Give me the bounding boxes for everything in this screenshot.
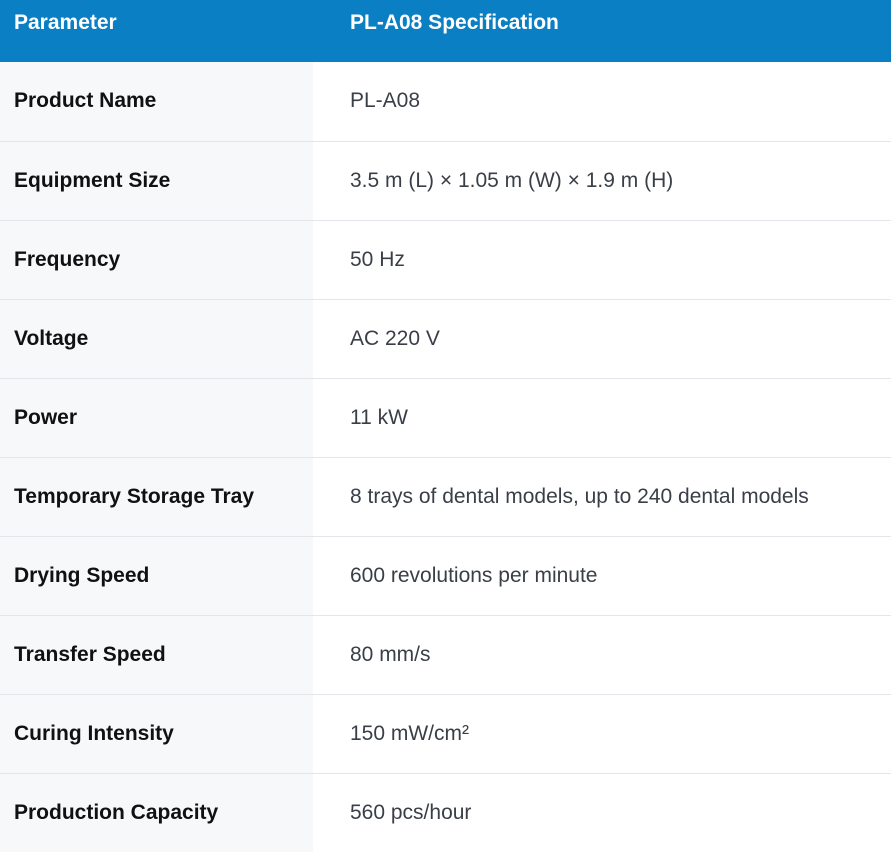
header-row: Parameter PL-A08 Specification xyxy=(0,0,891,62)
row-value: 150 mW/cm² xyxy=(313,694,891,774)
table-row: Production Capacity 560 pcs/hour xyxy=(0,773,891,852)
row-value: 11 kW xyxy=(313,378,891,458)
table-row: Product Name PL-A08 xyxy=(0,62,891,142)
row-value: 600 revolutions per minute xyxy=(313,536,891,616)
table-row: Drying Speed 600 revolutions per minute xyxy=(0,536,891,616)
table-row: Temporary Storage Tray 8 trays of dental… xyxy=(0,457,891,537)
row-value: 3.5 m (L) × 1.05 m (W) × 1.9 m (H) xyxy=(313,141,891,221)
row-parameter: Temporary Storage Tray xyxy=(0,457,313,537)
spec-table: Parameter PL-A08 Specification Product N… xyxy=(0,0,891,852)
table-body: Product Name PL-A08 Equipment Size 3.5 m… xyxy=(0,62,891,852)
row-parameter: Equipment Size xyxy=(0,141,313,221)
header-specification: PL-A08 Specification xyxy=(313,0,891,62)
row-parameter: Drying Speed xyxy=(0,536,313,616)
table-row: Curing Intensity 150 mW/cm² xyxy=(0,694,891,774)
row-value: 8 trays of dental models, up to 240 dent… xyxy=(313,457,891,537)
row-value: 560 pcs/hour xyxy=(313,773,891,852)
row-value: 50 Hz xyxy=(313,220,891,300)
table-header: Parameter PL-A08 Specification xyxy=(0,0,891,62)
table-row: Frequency 50 Hz xyxy=(0,220,891,300)
row-value: AC 220 V xyxy=(313,299,891,379)
row-parameter: Frequency xyxy=(0,220,313,300)
table-row: Power 11 kW xyxy=(0,378,891,458)
row-parameter: Voltage xyxy=(0,299,313,379)
row-parameter: Curing Intensity xyxy=(0,694,313,774)
row-parameter: Power xyxy=(0,378,313,458)
row-value: PL-A08 xyxy=(313,62,891,142)
row-parameter: Transfer Speed xyxy=(0,615,313,695)
header-parameter: Parameter xyxy=(0,0,313,62)
row-value: 80 mm/s xyxy=(313,615,891,695)
row-parameter: Production Capacity xyxy=(0,773,313,852)
table-row: Equipment Size 3.5 m (L) × 1.05 m (W) × … xyxy=(0,141,891,221)
row-parameter: Product Name xyxy=(0,62,313,142)
table-row: Voltage AC 220 V xyxy=(0,299,891,379)
table-row: Transfer Speed 80 mm/s xyxy=(0,615,891,695)
